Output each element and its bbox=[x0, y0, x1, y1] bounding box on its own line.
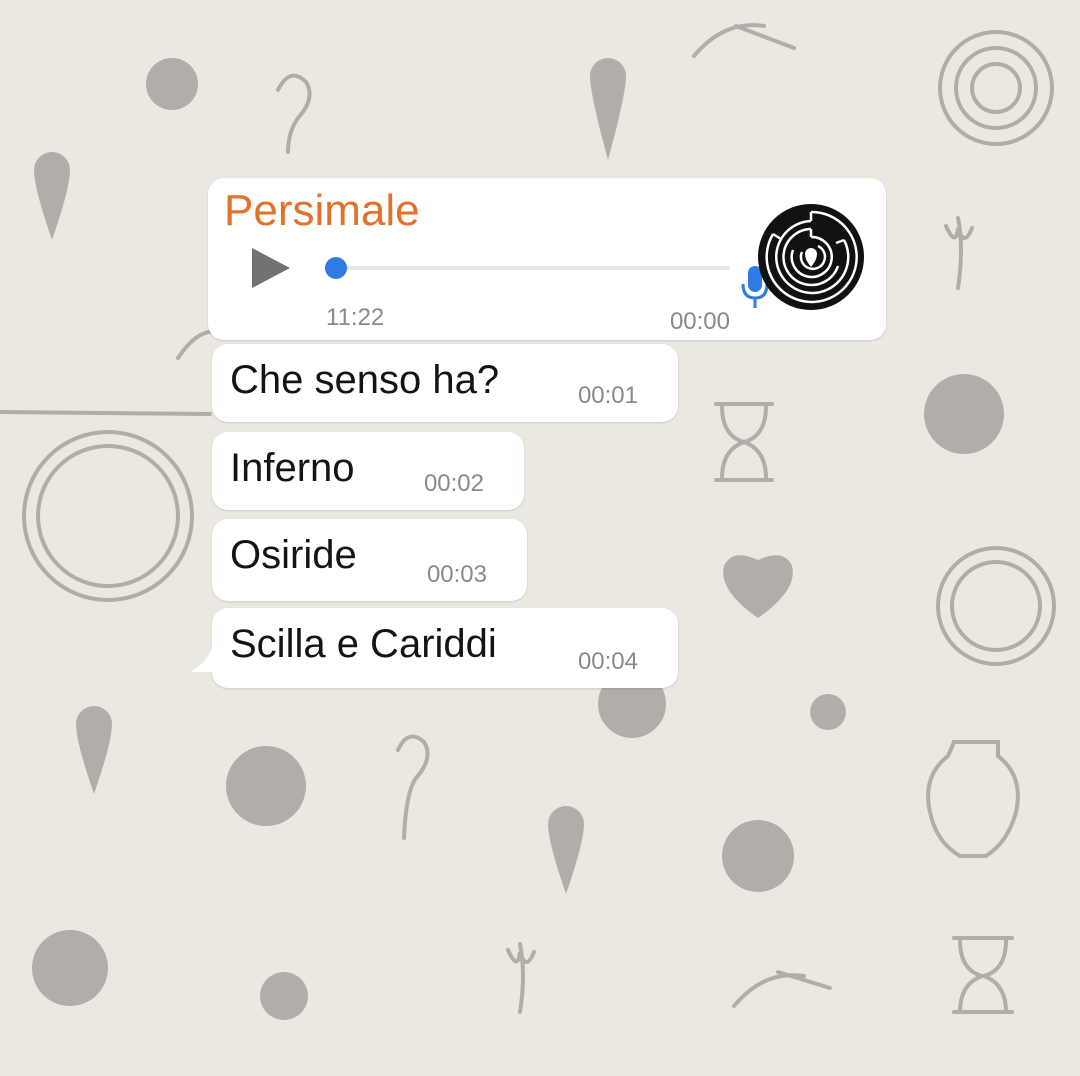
message-text: Che senso ha? bbox=[230, 358, 500, 402]
flower-icon bbox=[506, 942, 536, 1014]
location-pin-icon bbox=[34, 152, 70, 240]
question-mark-icon bbox=[396, 734, 430, 840]
gear-icon bbox=[722, 820, 794, 892]
sender-name: Persimale bbox=[224, 186, 420, 235]
message-time: 00:02 bbox=[423, 470, 484, 497]
message-time: 00:01 bbox=[577, 382, 638, 409]
location-pin-icon bbox=[76, 706, 112, 794]
mermaid-icon bbox=[146, 58, 198, 110]
message-text: Scilla e Cariddi bbox=[230, 622, 497, 666]
message-text: Inferno bbox=[230, 446, 355, 490]
play-icon[interactable] bbox=[252, 248, 290, 288]
location-pin-icon bbox=[590, 58, 626, 160]
leaf-icon bbox=[732, 970, 832, 1008]
voice-message-bubble[interactable]: Persimale 11:22 00:00 bbox=[208, 178, 886, 340]
message-bubble[interactable]: Inferno 00:02 bbox=[212, 432, 524, 510]
hourglass-icon bbox=[952, 936, 1014, 1014]
message-time: 00:03 bbox=[426, 561, 487, 588]
chat-wallpaper bbox=[0, 23, 1056, 1020]
vase-icon bbox=[926, 740, 1020, 858]
bubble-tail bbox=[190, 648, 220, 672]
location-pin-icon bbox=[548, 806, 584, 894]
question-mark-icon bbox=[276, 73, 312, 154]
message-bubble[interactable]: Che senso ha? 00:01 bbox=[212, 344, 678, 422]
globe-icon bbox=[32, 930, 108, 1006]
location-pin-icon bbox=[810, 694, 846, 730]
hamster-wheel-icon bbox=[22, 430, 194, 602]
message-time: 00:04 bbox=[577, 648, 638, 675]
audio-duration: 11:22 bbox=[326, 304, 385, 331]
message-bubble[interactable]: Osiride 00:03 bbox=[212, 519, 527, 601]
audio-scrubber-handle[interactable] bbox=[325, 257, 347, 279]
clock-icon bbox=[226, 746, 306, 826]
hourglass-icon bbox=[714, 402, 774, 482]
greek-circle-icon bbox=[936, 546, 1056, 666]
audio-progress-track[interactable] bbox=[334, 266, 730, 270]
flower-icon bbox=[944, 216, 974, 290]
heart-icon bbox=[723, 555, 793, 618]
clock-icon bbox=[924, 374, 1004, 454]
message-time: 00:00 bbox=[669, 308, 730, 335]
maze-avatar[interactable] bbox=[758, 204, 864, 310]
message-text: Osiride bbox=[230, 533, 357, 577]
mermaid-icon bbox=[260, 972, 308, 1020]
message-bubble[interactable]: Scilla e Cariddi 00:04 bbox=[190, 608, 678, 688]
